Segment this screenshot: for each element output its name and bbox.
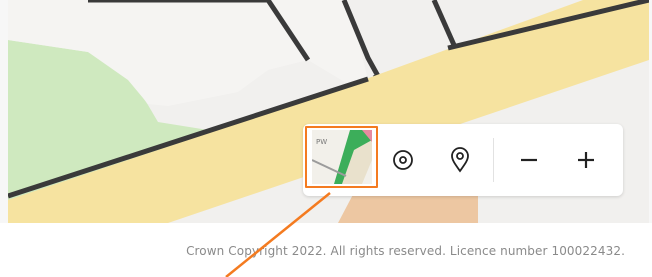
map-layers-thumbnail-icon: PW	[311, 130, 372, 184]
map-layer-button[interactable]: PW	[305, 126, 378, 188]
minus-icon	[521, 158, 537, 162]
locate-target-icon	[393, 150, 413, 170]
map-controls: PW	[303, 124, 623, 196]
place-marker-button[interactable]	[432, 124, 488, 196]
plus-icon	[578, 152, 594, 168]
svg-text:PW: PW	[316, 138, 327, 146]
controls-divider	[493, 138, 494, 182]
zoom-out-button[interactable]	[501, 124, 557, 196]
copyright-notice: Crown Copyright 2022. All rights reserve…	[186, 244, 625, 258]
map-footer: Crown Copyright 2022. All rights reserve…	[0, 223, 652, 277]
locate-button[interactable]	[375, 124, 431, 196]
location-pin-icon	[451, 147, 469, 173]
zoom-in-button[interactable]	[558, 124, 614, 196]
